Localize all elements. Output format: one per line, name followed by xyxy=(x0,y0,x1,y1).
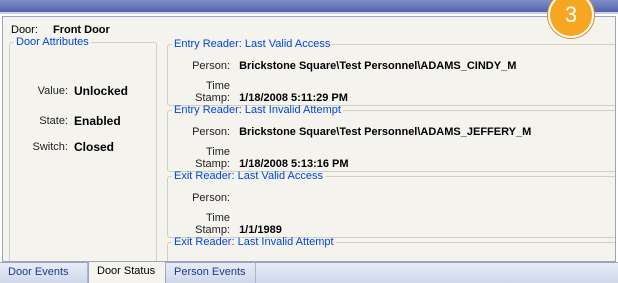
person-label: Person: xyxy=(192,192,230,204)
door-label: Door: xyxy=(11,24,38,36)
entry-reader-last-valid-group: Entry Reader: Last Valid Access Person: … xyxy=(167,38,615,106)
door-attributes-legend: Door Attributes xyxy=(16,36,89,48)
door-name-value: Front Door xyxy=(52,24,110,36)
time-stamp-label: Time Stamp: xyxy=(195,146,230,170)
person-label: Person: xyxy=(192,60,230,72)
entry-reader-last-invalid-group: Entry Reader: Last Invalid Attempt Perso… xyxy=(167,104,615,172)
time-stamp-value: 1/18/2008 5:13:16 PM xyxy=(239,158,349,170)
time-stamp-value: 1/18/2008 5:11:29 PM xyxy=(239,92,348,104)
attribute-key: Value: xyxy=(37,85,68,97)
time-stamp-row: Time Stamp: 1/18/2008 5:11:29 PM xyxy=(174,80,615,104)
time-stamp-row: Time Stamp: 1/18/2008 5:13:16 PM xyxy=(174,146,615,170)
time-stamp-row: Time Stamp: 1/1/1989 xyxy=(174,212,615,236)
exit-reader-last-valid-group: Exit Reader: Last Valid Access Person: T… xyxy=(167,170,615,238)
window-top-strip xyxy=(0,0,618,14)
attribute-key: State: xyxy=(39,115,68,127)
time-stamp-label: Time Stamp: xyxy=(195,80,230,104)
person-row: Person: xyxy=(174,192,615,204)
door-status-panel: Door: Front Door Door Attributes Value: … xyxy=(2,16,616,262)
attribute-value: Enabled xyxy=(74,114,121,128)
bottom-tab-bar: Door Events Door Status Person Events xyxy=(0,262,618,283)
reader-legend: Exit Reader: Last Invalid Attempt xyxy=(174,236,334,248)
door-attributes-group: Door Attributes Value: Unlocked State: E… xyxy=(9,36,157,261)
person-row: Person: Brickstone Square\Test Personnel… xyxy=(174,60,615,72)
time-stamp-value: 1/1/1989 xyxy=(239,224,282,236)
attribute-value: Unlocked xyxy=(74,84,129,98)
exit-reader-last-invalid-group: Exit Reader: Last Invalid Attempt xyxy=(167,236,615,261)
attribute-value: Closed xyxy=(74,140,115,154)
person-value: Brickstone Square\Test Personnel\ADAMS_J… xyxy=(239,126,532,138)
time-stamp-label: Time Stamp: xyxy=(195,212,230,236)
tab-door-status[interactable]: Door Status xyxy=(88,262,166,283)
person-row: Person: Brickstone Square\Test Personnel… xyxy=(174,126,615,138)
tab-door-events[interactable]: Door Events xyxy=(0,263,88,283)
door-name-line: Door: Front Door xyxy=(11,24,110,36)
person-label: Person: xyxy=(192,126,230,138)
reader-legend: Exit Reader: Last Valid Access xyxy=(174,170,323,182)
tab-person-events[interactable]: Person Events xyxy=(166,263,256,283)
attribute-key: Switch: xyxy=(32,141,68,153)
reader-legend: Entry Reader: Last Valid Access xyxy=(174,38,331,50)
person-value: Brickstone Square\Test Personnel\ADAMS_C… xyxy=(239,60,517,72)
reader-legend: Entry Reader: Last Invalid Attempt xyxy=(174,104,341,116)
